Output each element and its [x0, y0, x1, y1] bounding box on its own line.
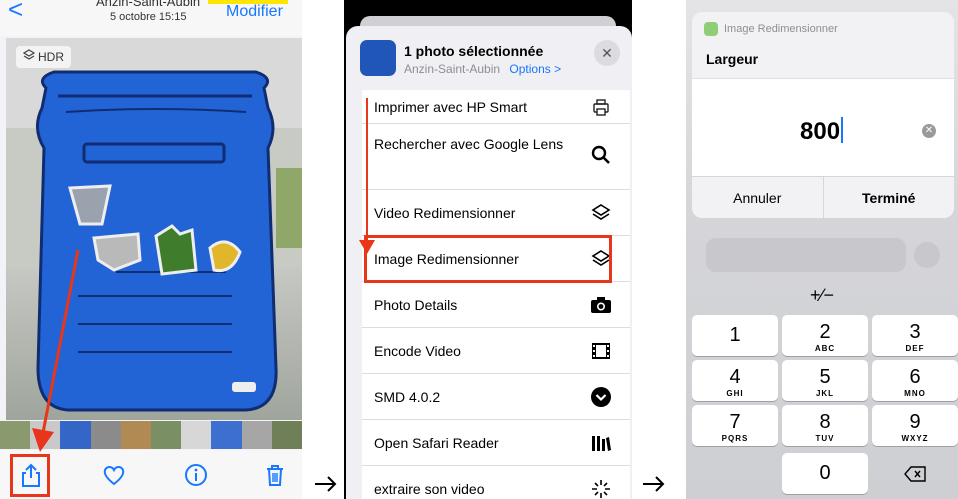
library-icon [588, 430, 614, 456]
key-5[interactable]: 5 JKL [782, 360, 868, 401]
dialog-buttons: Annuler Terminé [692, 176, 954, 218]
action-label: Open Safari Reader [374, 434, 499, 451]
action-video-resize[interactable]: Video Redimensionner [362, 190, 630, 236]
action-photo-details[interactable]: Photo Details [362, 282, 630, 328]
text-caret [841, 117, 844, 143]
annotation-arrow [32, 249, 80, 452]
action-label: Video Redimensionner [374, 204, 516, 221]
share-sheet-title: 1 photo sélectionnée [404, 43, 544, 59]
printer-icon [588, 94, 614, 120]
action-encode-video[interactable]: Encode Video [362, 328, 630, 374]
annotation-arrow-line [366, 98, 368, 244]
width-input-dialog: Image Redimensionner Largeur 800 ✕ Annul… [692, 12, 954, 218]
key-7[interactable]: 7 PQRS [692, 405, 778, 446]
field-label: Largeur [706, 51, 759, 67]
key-8[interactable]: 8 TUV [782, 405, 868, 446]
clear-icon[interactable]: ✕ [922, 124, 936, 138]
shortcuts-app-icon [704, 22, 718, 36]
dialog-app-header: Image Redimensionner [704, 22, 838, 36]
blurred-suggestion-bar [706, 238, 906, 272]
key-2[interactable]: 2 ABC [782, 315, 868, 356]
share-location: Anzin-Saint-Aubin [404, 62, 501, 76]
next-step-arrow-icon [643, 476, 665, 492]
action-smd[interactable]: SMD 4.0.2 [362, 374, 630, 420]
action-label: Rechercher avec Google Lens [374, 136, 564, 152]
annotation-arrow-head [359, 240, 375, 254]
shortcuts-icon [588, 200, 614, 226]
film-icon [588, 338, 614, 364]
chevron-down-circle-icon [588, 384, 614, 410]
action-google-lens[interactable]: Rechercher avec Google Lens [362, 124, 630, 190]
backspace-icon [904, 466, 926, 486]
selected-photo-thumbnail [360, 40, 396, 76]
share-sheet-subtitle: Anzin-Saint-Aubin Options > [404, 62, 561, 76]
selected-action-highlight [364, 235, 612, 283]
key-3[interactable]: 3 DEF [872, 315, 958, 356]
resize-input-screen: Image Redimensionner Largeur 800 ✕ Annul… [686, 0, 958, 499]
camera-icon [588, 292, 614, 318]
width-value-text: 800 [800, 118, 841, 145]
dialog-app-name: Image Redimensionner [724, 23, 838, 35]
sign-toggle-key[interactable]: +∕− [686, 280, 958, 310]
sparkle-icon [588, 476, 614, 499]
key-9[interactable]: 9 WXYZ [872, 405, 958, 446]
cancel-button[interactable]: Annuler [692, 177, 823, 218]
blurred-button [914, 242, 940, 268]
action-label: SMD 4.0.2 [374, 388, 441, 405]
action-label: Encode Video [374, 342, 461, 359]
action-list: Imprimer avec HP Smart Rechercher avec G… [362, 90, 630, 499]
key-1[interactable]: 1 [692, 315, 778, 356]
action-print-hp[interactable]: Imprimer avec HP Smart [362, 90, 630, 124]
next-step-arrow-icon [315, 476, 337, 492]
action-label: extraire son video [374, 480, 485, 497]
options-link[interactable]: Options > [509, 62, 561, 76]
key-0[interactable]: 0 [782, 453, 868, 494]
action-safari-reader[interactable]: Open Safari Reader [362, 420, 630, 466]
action-label: Imprimer avec HP Smart [374, 98, 527, 115]
width-value[interactable]: 800 [800, 117, 844, 146]
width-field[interactable]: 800 ✕ [692, 78, 954, 176]
photos-screen: < Anzin-Saint-Aubin 5 octobre 15:15 Modi… [0, 0, 302, 499]
done-button[interactable]: Terminé [822, 177, 955, 218]
search-icon [588, 142, 614, 168]
action-label: Photo Details [374, 296, 458, 313]
key-6[interactable]: 6 MNO [872, 360, 958, 401]
key-4[interactable]: 4 GHI [692, 360, 778, 401]
close-button[interactable]: ✕ [594, 40, 620, 66]
action-extract-video[interactable]: extraire son video [362, 466, 630, 499]
delete-key[interactable] [872, 453, 958, 494]
share-sheet-screen: 1 photo sélectionnée Anzin-Saint-Aubin O… [344, 0, 632, 499]
